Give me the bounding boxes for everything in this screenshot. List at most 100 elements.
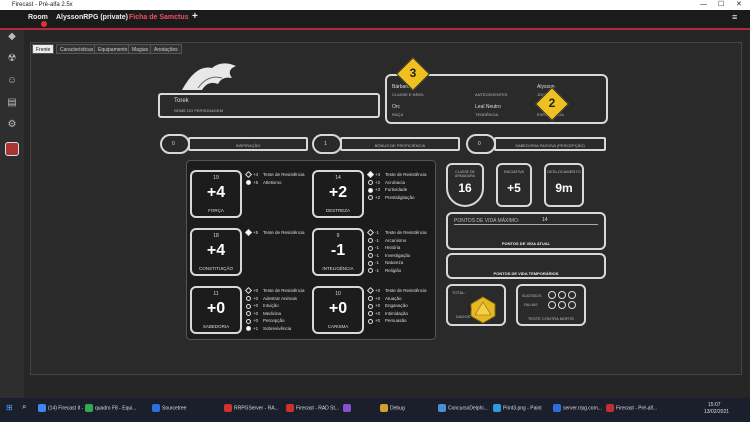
skill-row[interactable]: +5 Teste de Resistência	[244, 229, 305, 237]
windows-start-icon[interactable]: ⊞	[6, 403, 13, 412]
skill-row[interactable]: +3 Furtividade	[368, 187, 407, 193]
initiative-box[interactable]: INICIATIVA +5	[496, 163, 532, 207]
taskbar-search-icon[interactable]: ⌕	[22, 402, 26, 412]
tab-magias[interactable]: Magias	[128, 44, 153, 54]
taskbar-item[interactable]: (14) Firecast II - ...	[38, 404, 89, 412]
skill-row[interactable]: +0 Atuação	[368, 296, 402, 302]
passive-box[interactable]: 0	[466, 134, 496, 154]
skill-row[interactable]: +0 Intuição	[246, 303, 279, 309]
skill-proficiency-marker[interactable]	[246, 295, 251, 301]
tab-caracteristicas[interactable]: Características	[56, 44, 98, 54]
attribute-score[interactable]: 19	[192, 175, 240, 181]
skill-proficiency-marker[interactable]	[368, 245, 373, 251]
fail-checkbox[interactable]	[558, 301, 566, 309]
skill-row[interactable]: -1 Teste de Resistência	[366, 229, 427, 237]
skill-proficiency-marker[interactable]	[246, 326, 251, 332]
tab-alyssonrpg[interactable]: AlyssonRPG (private)	[56, 14, 128, 21]
death-saves-box[interactable]: SUCESSOS FALHAS TESTE CONTRA MORTE	[516, 284, 586, 326]
skill-row[interactable]: +1 Sobrevivência	[246, 326, 291, 332]
menu-icon[interactable]: ≡	[732, 12, 737, 22]
armor-class-box[interactable]: CLASSE DE ARMADURA 16	[446, 163, 484, 207]
attribute-box[interactable]: 11 +0 SABEDORIA	[190, 286, 242, 334]
skill-proficiency-marker[interactable]	[246, 318, 251, 324]
attribute-box[interactable]: 19 +4 FORÇA	[190, 170, 242, 218]
skill-row[interactable]: +5 Atletismo	[246, 180, 282, 186]
attribute-box[interactable]: 18 +4 CONSTITUIÇÃO	[190, 228, 242, 276]
temp-hp-box[interactable]: PONTOS DE VIDA TEMPORÁRIOS	[446, 253, 606, 279]
race-value[interactable]: Orc	[392, 104, 400, 110]
skill-row[interactable]: -1 Arcanismo	[368, 238, 406, 244]
attribute-box[interactable]: 10 +0 CARISMA	[312, 286, 364, 334]
success-checkbox[interactable]	[558, 291, 566, 299]
attribute-score[interactable]: 11	[192, 291, 240, 297]
tab-ficha-samctus[interactable]: Ficha de Samctus	[129, 14, 189, 21]
skill-proficiency-marker[interactable]	[368, 295, 373, 301]
attribute-box[interactable]: 14 +2 DESTREZA	[312, 170, 364, 218]
skill-row[interactable]: +0 Percepção	[246, 318, 285, 324]
taskbar-item[interactable]: Firecast - Pré-alf...	[606, 404, 657, 412]
taskbar-item[interactable]	[343, 404, 353, 412]
skill-proficiency-marker[interactable]	[368, 179, 373, 185]
skill-proficiency-marker[interactable]	[368, 318, 373, 324]
attribute-score[interactable]: 10	[314, 291, 362, 297]
success-checkbox[interactable]	[548, 291, 556, 299]
attribute-score[interactable]: 14	[314, 175, 362, 181]
skill-row[interactable]: +0 Persuasão	[368, 318, 407, 324]
fail-checkbox[interactable]	[548, 301, 556, 309]
save-proficiency-marker[interactable]	[244, 171, 253, 179]
radiation-icon[interactable]: ☢	[5, 52, 19, 66]
alignment-value[interactable]: Leal Neutro	[475, 104, 501, 110]
inspiration-box[interactable]: 0	[160, 134, 190, 154]
skill-row[interactable]: +0 Medicina	[246, 311, 281, 317]
taskbar-item[interactable]: Print3.png - Paint	[493, 404, 542, 412]
tab-equipamento[interactable]: Equipamento	[94, 44, 132, 54]
save-proficiency-marker[interactable]	[366, 287, 375, 295]
tab-frente[interactable]: Frente	[32, 44, 55, 54]
add-tab-icon[interactable]: +	[192, 11, 198, 22]
attribute-box[interactable]: 9 -1 INTELIGÊNCIA	[312, 228, 364, 276]
save-proficiency-marker[interactable]	[366, 171, 375, 179]
sheet-icon[interactable]: ▤	[5, 96, 19, 110]
save-proficiency-marker[interactable]	[244, 229, 253, 237]
minimize-icon[interactable]: —	[700, 0, 707, 10]
maximize-icon[interactable]: ☐	[718, 0, 724, 10]
attribute-score[interactable]: 9	[314, 233, 362, 239]
success-checkbox[interactable]	[568, 291, 576, 299]
fail-checkbox[interactable]	[568, 301, 576, 309]
character-name[interactable]: Torek	[174, 98, 189, 104]
skill-proficiency-marker[interactable]	[368, 237, 373, 243]
skill-proficiency-marker[interactable]	[368, 253, 373, 259]
skill-row[interactable]: -1 Religião	[368, 268, 401, 274]
taskbar-item[interactable]: Firecast - RAD St...	[286, 404, 339, 412]
dice-icon[interactable]: ◆	[5, 30, 19, 44]
skill-proficiency-marker[interactable]	[368, 311, 373, 317]
skill-proficiency-marker[interactable]	[368, 303, 373, 309]
skill-proficiency-marker[interactable]	[246, 303, 251, 309]
skill-row[interactable]: +2 Acrobacia	[368, 180, 405, 186]
clock-date[interactable]: 13/02/2021	[704, 409, 729, 415]
gear-icon[interactable]: ⚙	[5, 118, 19, 132]
tab-room[interactable]: Room	[28, 14, 48, 21]
tab-anotacoes[interactable]: Anotações	[150, 44, 182, 54]
speed-box[interactable]: DESLOCAMENTO 9m	[544, 163, 584, 207]
attribute-score[interactable]: 18	[192, 233, 240, 239]
skill-row[interactable]: +0 Teste de Resistência	[244, 287, 305, 295]
avatar[interactable]	[5, 142, 19, 156]
skill-row[interactable]: -1 Natureza	[368, 260, 403, 266]
skill-row[interactable]: +3 Teste de Resistência	[366, 171, 427, 179]
taskbar-item[interactable]: RRPGServer - RA...	[224, 404, 279, 412]
taskbar-item[interactable]: Debug	[380, 404, 405, 412]
save-proficiency-marker[interactable]	[244, 287, 253, 295]
taskbar-item[interactable]: server.rrpg.com...	[553, 404, 602, 412]
hit-points-box[interactable]: PONTOS DE VIDA MÁXIMO: 14 PONTOS DE VIDA…	[446, 212, 606, 250]
skill-proficiency-marker[interactable]	[246, 179, 251, 185]
skill-row[interactable]: -1 Investigação	[368, 253, 410, 259]
skill-proficiency-marker[interactable]	[246, 311, 251, 317]
taskbar-item[interactable]: Sourcetree	[152, 404, 186, 412]
clock-time[interactable]: 15:07	[708, 402, 721, 408]
save-proficiency-marker[interactable]	[366, 229, 375, 237]
skill-row[interactable]: -1 História	[368, 245, 400, 251]
skill-row[interactable]: +0 Teste de Resistência	[366, 287, 427, 295]
skill-row[interactable]: +4 Teste de Resistência	[244, 171, 305, 179]
users-icon[interactable]: ☺	[5, 74, 19, 88]
